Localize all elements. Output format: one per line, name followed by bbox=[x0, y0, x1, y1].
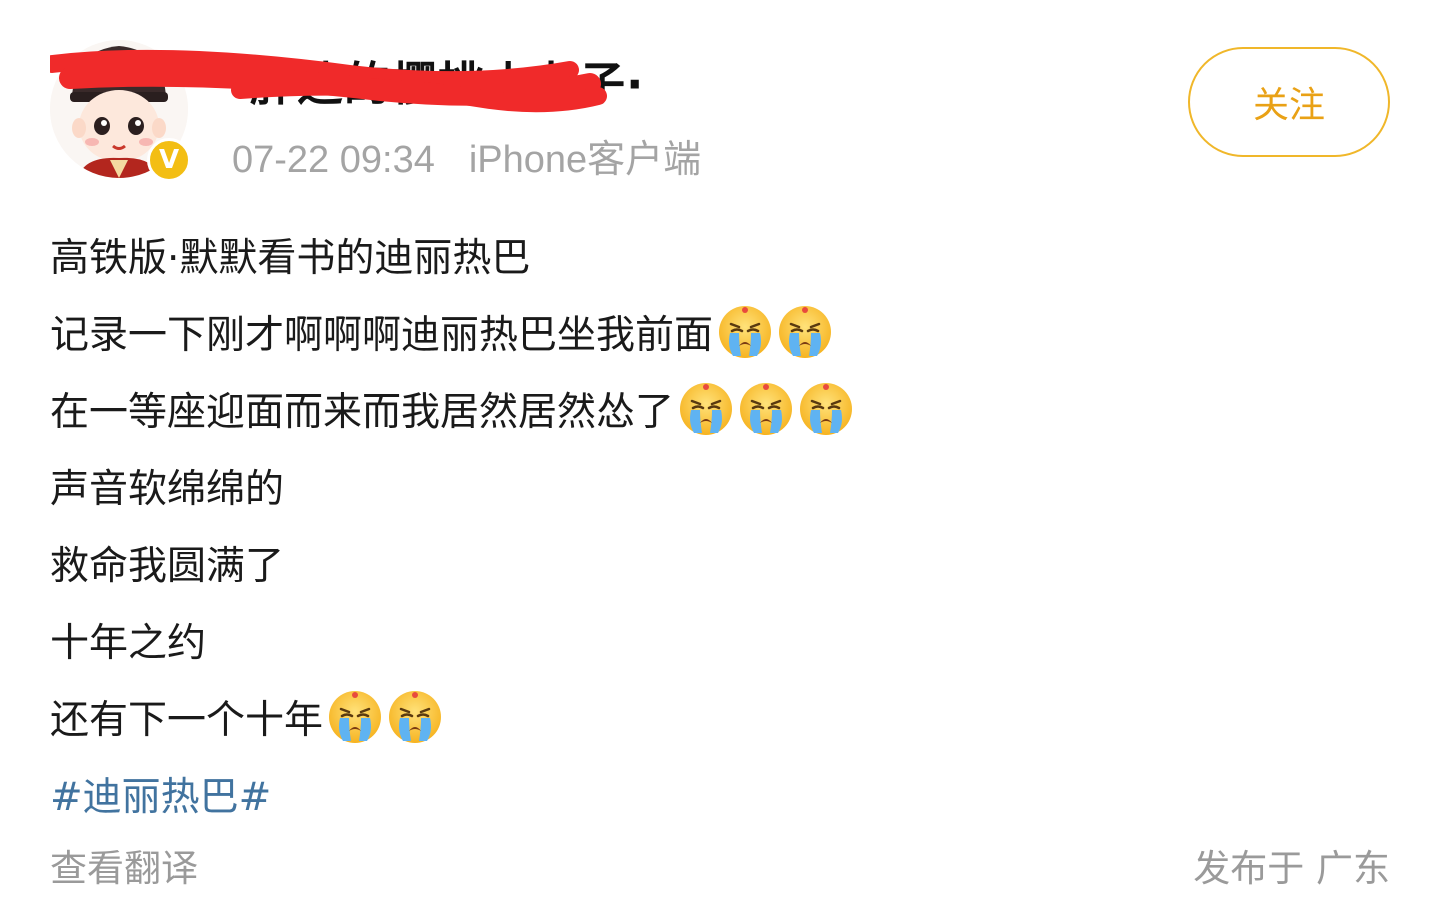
translate-link[interactable]: 查看翻译 bbox=[50, 838, 198, 892]
post-line: 在一等座迎面而来而我居然居然怂了 bbox=[50, 370, 1390, 447]
post-line-text: 声音软绵绵的 bbox=[50, 466, 285, 512]
post-line: 声音软绵绵的 bbox=[50, 447, 1390, 524]
post-line: 高铁版·默默看书的迪丽热巴 bbox=[50, 216, 1390, 293]
crying-face-emoji bbox=[719, 305, 772, 358]
post-line-text: 十年之约 bbox=[50, 620, 207, 666]
post-client: iPhone客户端 bbox=[468, 139, 702, 181]
post-footer: 查看翻译 发布于 广东 bbox=[50, 838, 1390, 890]
hashtag-link[interactable]: #迪丽热巴# bbox=[50, 766, 271, 822]
post-body: 高铁版·默默看书的迪丽热巴 记录一下刚才啊啊啊迪丽热巴坐我前面 在一等座迎面而来… bbox=[50, 216, 1390, 832]
post-line-text: 在一等座迎面而来而我居然居然怂了 bbox=[50, 389, 675, 435]
post-line-text: 记录一下刚才啊啊啊迪丽热巴坐我前面 bbox=[50, 312, 714, 358]
crying-face-emoji bbox=[329, 690, 382, 743]
post-timestamp: 07-22 09:34 bbox=[232, 139, 435, 181]
verified-glyph: V bbox=[158, 145, 180, 175]
follow-button-label: 关注 bbox=[1252, 85, 1325, 126]
crying-face-emoji bbox=[389, 690, 442, 743]
follow-button[interactable]: 关注 bbox=[1188, 47, 1390, 157]
post-location: 发布于 广东 bbox=[1193, 847, 1390, 890]
username-area[interactable]: 胖迪的樱桃小丸子· bbox=[50, 40, 690, 113]
crying-face-emoji bbox=[779, 305, 832, 358]
crying-face-emoji bbox=[800, 382, 853, 435]
post-meta: 07-22 09:34 iPhone客户端 bbox=[232, 128, 701, 183]
post-line-text: 救命我圆满了 bbox=[50, 543, 285, 589]
crying-face-emoji bbox=[740, 382, 793, 435]
post-line: 记录一下刚才啊啊啊迪丽热巴坐我前面 bbox=[50, 293, 1390, 370]
post-line-text: 高铁版·默默看书的迪丽热巴 bbox=[50, 235, 531, 281]
post-line-text: 还有下一个十年 bbox=[50, 697, 324, 743]
crying-face-emoji bbox=[680, 382, 733, 435]
post-line: #迪丽热巴# bbox=[50, 755, 1390, 832]
post-line: 十年之约 bbox=[50, 601, 1390, 678]
post-line: 还有下一个十年 bbox=[50, 678, 1390, 755]
post-line: 救命我圆满了 bbox=[50, 524, 1390, 601]
